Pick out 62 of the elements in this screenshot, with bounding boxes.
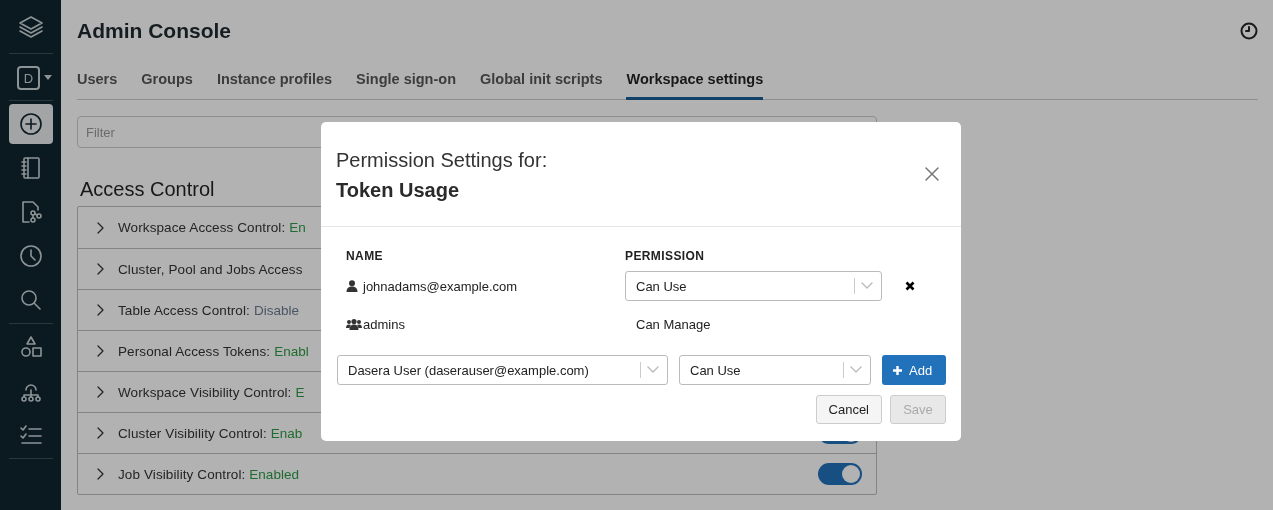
people-icon [346,318,362,330]
setting-status: En [289,220,306,235]
tab[interactable]: Groups [141,62,193,100]
select-field[interactable]: Dasera User (daserauser@example.com) [337,355,668,385]
workspace-switcher[interactable]: D [17,56,52,100]
setting-label: Cluster Visibility Control: [118,425,267,441]
dialog-title: Permission Settings for: [336,148,548,173]
page-title: Admin Console [77,19,231,43]
tab[interactable]: Instance profiles [216,62,333,100]
chevron-right-icon [96,345,104,357]
checklist-icon [18,423,43,447]
setting-status: Disable [253,302,299,318]
search-icon [18,288,43,312]
chevron-right-icon [96,263,104,275]
dialog-subtitle: Token Usage [336,178,460,203]
setting-label: Job Visibility Control: [118,466,246,482]
principal-name: johnadams@example.com [363,278,518,294]
chevron-right-icon [96,221,104,234]
chevron-right-icon [96,304,104,316]
setting-label: Personal Access Tokens: [118,343,271,359]
chevron-right-icon [96,468,104,480]
layers-logo-icon[interactable] [17,15,44,41]
plus-circle-icon [18,112,43,136]
setting-label: Workspace Visibility Control: [118,384,292,400]
tab[interactable]: Global init scripts [480,62,603,100]
principal-name: admins [363,316,405,332]
section-heading: Access Control [80,177,215,202]
setting-label: Workspace Access Control: [118,220,286,235]
setting-status: Enabl [274,343,309,359]
chevron-right-icon [96,427,104,439]
select-field[interactable]: Can Use [679,355,871,385]
setting-label: Table Access Control: [118,302,250,318]
setting-label: Cluster, Pool and Jobs Access [118,261,303,277]
remove-icon[interactable] [905,281,915,291]
settings-row[interactable]: Workspace Access Control: En [78,207,876,248]
clock-icon [18,244,43,268]
tab[interactable]: Workspace settings [626,62,764,100]
dialog-button[interactable]: Cancel [815,395,882,424]
tab[interactable]: Users [77,62,118,100]
plus-icon [892,364,903,376]
person-icon [346,280,358,292]
column-header: PERMISSION [625,248,706,265]
notebook-icon [18,156,43,180]
setting-status: Enab [270,425,303,441]
caret-icon [44,75,52,81]
shapes-icon [18,335,43,359]
chevron-down-icon [647,366,659,374]
add-button[interactable]: Add [882,355,946,385]
tab[interactable]: Single sign-on [356,62,456,100]
setting-status: E [295,384,305,400]
chevron-right-icon [96,386,104,398]
toggle-switch[interactable] [818,463,862,485]
close-icon[interactable] [925,167,939,181]
permission-text: Can Manage [635,316,711,332]
clock-icon[interactable] [1240,22,1258,40]
settings-row[interactable]: Job Visibility Control: Enabled [78,453,876,494]
select-field[interactable]: Can Use [625,271,882,301]
setting-status: Enabled [249,466,299,482]
sidebar-item[interactable] [8,104,53,144]
chevron-down-icon [850,366,862,374]
chevron-down-icon [861,282,873,290]
column-header: NAME [346,248,384,265]
